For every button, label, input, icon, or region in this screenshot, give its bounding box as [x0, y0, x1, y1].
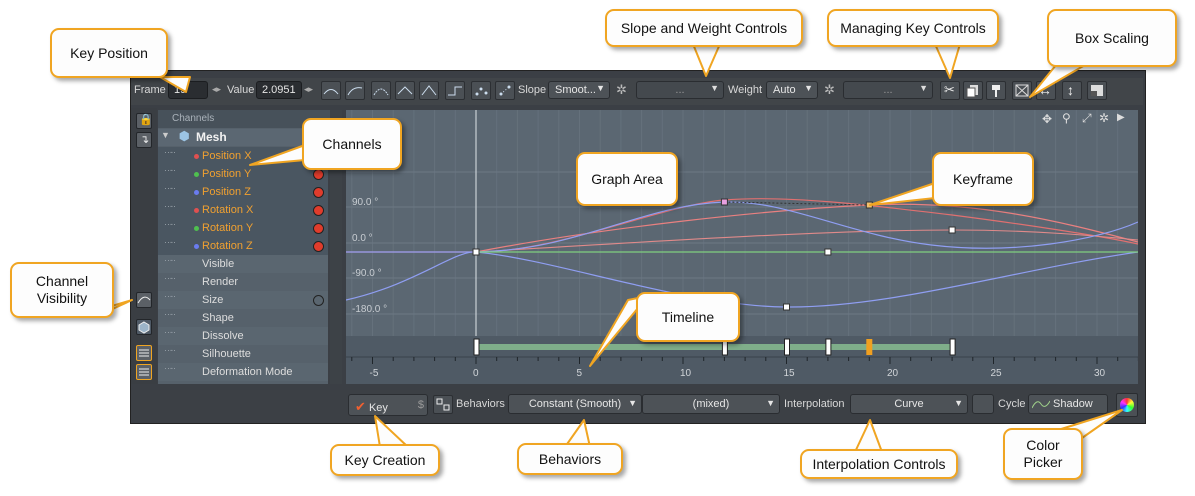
callout-graph-area: Graph Area [576, 152, 678, 206]
callout-box-scaling: Box Scaling [1047, 9, 1177, 67]
callout-slope-weight: Slope and Weight Controls [605, 9, 803, 47]
callout-pointers [74, 43, 1123, 453]
callout-timeline: Timeline [636, 292, 740, 342]
callout-color-picker: Color Picker [1003, 428, 1083, 480]
callout-channel-visibility: Channel Visibility [10, 262, 114, 318]
callout-channels: Channels [302, 118, 402, 170]
callout-behaviors: Behaviors [517, 443, 623, 475]
callout-interpolation: Interpolation Controls [800, 449, 958, 479]
callout-key-creation: Key Creation [330, 444, 440, 476]
callout-keyframe: Keyframe [932, 152, 1034, 206]
callout-key-position: Key Position [50, 28, 168, 78]
callout-managing-keys: Managing Key Controls [827, 9, 999, 47]
